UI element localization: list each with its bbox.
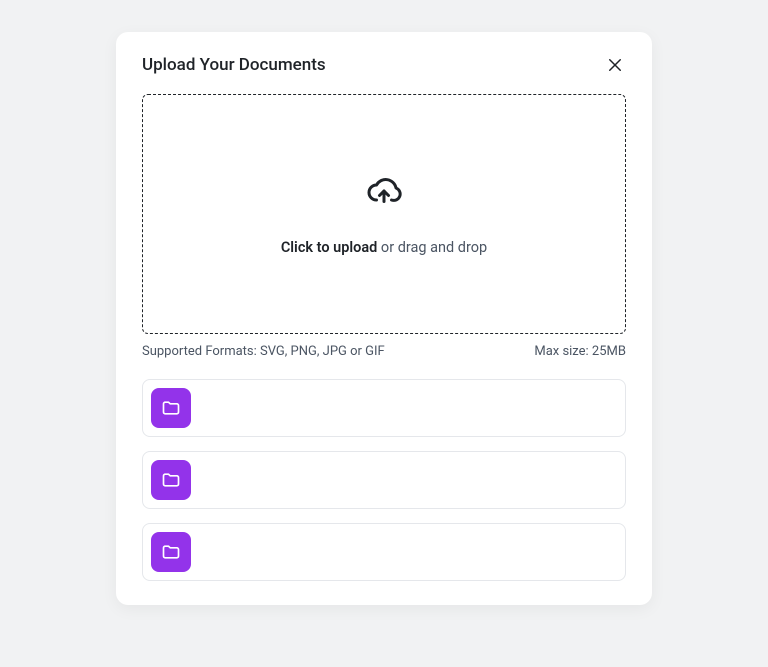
upload-dropzone[interactable]: Click to upload or drag and drop — [142, 94, 626, 334]
file-rows — [142, 379, 626, 581]
folder-icon — [161, 398, 181, 418]
folder-icon — [161, 542, 181, 562]
file-row[interactable] — [142, 523, 626, 581]
drag-drop-label: or drag and drop — [377, 239, 487, 256]
file-row[interactable] — [142, 451, 626, 509]
cloud-upload-icon — [366, 173, 402, 213]
folder-badge — [151, 460, 191, 500]
folder-badge — [151, 532, 191, 572]
modal-title: Upload Your Documents — [142, 55, 326, 75]
hints-row: Supported Formats: SVG, PNG, JPG or GIF … — [142, 344, 626, 359]
folder-icon — [161, 470, 181, 490]
upload-modal: Upload Your Documents Click to upload or… — [116, 32, 652, 605]
folder-badge — [151, 388, 191, 428]
close-icon — [606, 56, 624, 74]
close-button[interactable] — [604, 54, 626, 76]
supported-formats-label: Supported Formats: SVG, PNG, JPG or GIF — [142, 344, 385, 359]
file-row[interactable] — [142, 379, 626, 437]
click-to-upload-label: Click to upload — [281, 239, 378, 256]
max-size-label: Max size: 25MB — [534, 344, 626, 359]
modal-header: Upload Your Documents — [142, 54, 626, 76]
dropzone-text: Click to upload or drag and drop — [281, 239, 487, 256]
